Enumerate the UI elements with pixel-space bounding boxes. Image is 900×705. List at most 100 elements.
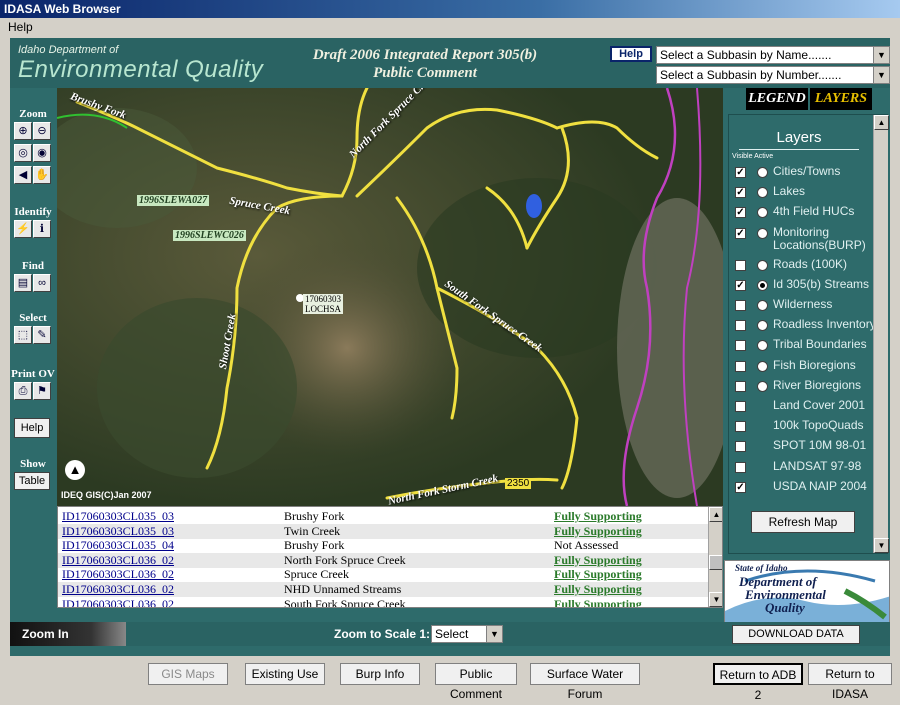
scale-number: 2350 <box>505 478 532 489</box>
assessment-unit-link[interactable]: ID17060303CL035_03 <box>62 524 174 539</box>
layer-active-radio[interactable] <box>757 207 768 219</box>
layer-active-radio[interactable] <box>757 279 768 291</box>
assessment-unit-link[interactable]: ID17060303CL036_02 <box>62 553 174 568</box>
header-help-button[interactable]: Help <box>610 46 652 62</box>
toolbar-help-button[interactable]: Help <box>14 418 50 438</box>
gis-maps-button[interactable]: GIS Maps <box>148 663 228 685</box>
download-data-button[interactable]: DOWNLOAD DATA <box>732 625 860 644</box>
binoculars-icon[interactable]: ∞ <box>33 274 51 292</box>
support-status[interactable]: Fully Supporting <box>554 509 642 524</box>
scroll-up-icon[interactable]: ▲ <box>709 507 722 522</box>
layer-visible-checkbox[interactable] <box>735 461 746 473</box>
table-row[interactable]: ID17060303CL035_04 Brushy Fork Not Assesse… <box>58 538 708 553</box>
header: Idaho Department of Environmental Qualit… <box>10 38 890 88</box>
table-row[interactable]: ID17060303CL035_03 Brushy Fork Fully Suppo… <box>58 509 708 524</box>
logo-line-4: Quality <box>765 600 805 615</box>
info-icon[interactable]: ℹ <box>33 220 51 238</box>
table-row[interactable]: ID17060303CL036_02 North Fork Spruce Cree… <box>58 552 708 568</box>
layer-active-radio[interactable] <box>757 380 768 392</box>
map-label-site-a027: 1996SLEWA027 <box>137 195 210 206</box>
layer-visible-checkbox[interactable]: ✓ <box>735 167 746 178</box>
table-row[interactable]: ID17060303CL036_02 South Fork Spruce Cree… <box>58 597 708 607</box>
lake <box>526 194 542 218</box>
tab-layers[interactable]: LAYERS <box>810 88 872 110</box>
layer-active-radio[interactable] <box>757 167 768 178</box>
layer-visible-checkbox[interactable]: ✓ <box>735 279 746 291</box>
return-adb-button[interactable]: Return to ADB 2 <box>713 663 803 702</box>
layer-active-radio[interactable] <box>757 259 768 271</box>
support-status[interactable]: Fully Supporting <box>554 524 642 539</box>
layer-active-radio[interactable] <box>757 340 768 352</box>
zoom-layer-icon[interactable]: ◉ <box>33 144 51 162</box>
pan-hand-icon[interactable]: ✋ <box>33 166 51 184</box>
eraser-icon[interactable]: ✎ <box>33 326 51 344</box>
existing-use-button[interactable]: Existing Use <box>245 663 325 685</box>
layer-visible-checkbox[interactable] <box>735 441 746 453</box>
assessment-unit-link[interactable]: ID17060303CL036_02 <box>62 597 174 607</box>
support-status[interactable]: Fully Supporting <box>554 553 642 568</box>
chevron-down-icon[interactable]: ▼ <box>873 67 889 83</box>
zoom-full-icon[interactable]: ◎ <box>14 144 32 162</box>
chevron-down-icon[interactable]: ▼ <box>486 626 502 642</box>
layer-visible-checkbox[interactable] <box>735 401 746 412</box>
assessment-unit-link[interactable]: ID17060303CL036_02 <box>62 567 174 582</box>
table-row[interactable]: ID17060303CL036_02 Spruce Creek Fully Supp… <box>58 567 708 582</box>
select-box-icon[interactable]: ⬚ <box>14 326 32 344</box>
table-row[interactable]: ID17060303CL036_02 NHD Unnamed Streams Ful… <box>58 582 708 597</box>
refresh-map-button[interactable]: Refresh Map <box>751 511 855 533</box>
layer-active-radio[interactable] <box>757 320 768 332</box>
support-status[interactable]: Fully Supporting <box>554 582 642 597</box>
scroll-up-icon[interactable]: ▲ <box>874 115 889 130</box>
back-arrow-icon[interactable]: ◀ <box>14 166 32 184</box>
burp-info-button[interactable]: Burp Info <box>340 663 420 685</box>
scroll-down-icon[interactable]: ▼ <box>874 538 889 553</box>
chevron-down-icon[interactable]: ▼ <box>873 47 889 63</box>
print-icon[interactable]: ⎙ <box>14 382 32 400</box>
layer-visible-checkbox[interactable] <box>735 300 746 311</box>
zoom-out-icon[interactable]: ⊖ <box>33 122 51 140</box>
layer-visible-checkbox[interactable] <box>735 340 746 352</box>
subbasin-name-select[interactable]: Select a Subbasin by Name....... ▼ <box>656 46 890 64</box>
assessment-unit-link[interactable]: ID17060303CL035_03 <box>62 509 174 524</box>
return-idasa-button[interactable]: Return to IDASA <box>808 663 892 701</box>
layer-visible-checkbox[interactable] <box>735 421 746 433</box>
scroll-thumb[interactable] <box>709 555 722 570</box>
table-row[interactable]: ID17060303CL035_03 Twin Creek Fully Suppor… <box>58 523 708 539</box>
show-table-button[interactable]: Table <box>14 472 50 490</box>
layer-active-radio[interactable] <box>757 360 768 372</box>
layer-visible-checkbox[interactable] <box>735 320 746 332</box>
layer-active-radio[interactable] <box>757 300 768 311</box>
public-comment-button[interactable]: Public Comment <box>435 663 517 701</box>
layer-visible-checkbox[interactable] <box>735 380 746 392</box>
scroll-down-icon[interactable]: ▼ <box>709 592 722 607</box>
layer-visible-checkbox[interactable] <box>735 259 746 271</box>
layer-visible-checkbox[interactable]: ✓ <box>735 207 746 219</box>
assessment-unit-link[interactable]: ID17060303CL035_04 <box>62 538 174 553</box>
assessment-unit-link[interactable]: ID17060303CL036_02 <box>62 582 174 597</box>
layer-visible-checkbox[interactable]: ✓ <box>735 481 746 493</box>
scale-select[interactable]: Select ▼ <box>431 625 503 643</box>
layer-visible-checkbox[interactable]: ✓ <box>735 187 746 199</box>
zoom-in-icon[interactable]: ⊕ <box>14 122 32 140</box>
tab-legend[interactable]: LEGEND <box>746 88 808 110</box>
layer-visible-checkbox[interactable] <box>735 360 746 372</box>
flag-icon[interactable]: ⚑ <box>33 382 51 400</box>
layer-row: LANDSAT 97-98 <box>731 459 871 480</box>
layer-active-radio[interactable] <box>757 227 768 239</box>
menu-help[interactable]: Help <box>8 20 33 34</box>
layers-scrollbar[interactable]: ▲ ▼ <box>873 115 889 553</box>
table-scrollbar[interactable]: ▲ ▼ <box>708 507 722 607</box>
layer-row: Roads (100K) <box>731 257 871 278</box>
hyperlink-icon[interactable]: ⚡ <box>14 220 32 238</box>
layer-label: SPOT 10M 98-01 <box>773 438 867 453</box>
subbasin-number-select[interactable]: Select a Subbasin by Number....... ▼ <box>656 66 890 84</box>
map-view[interactable]: Brushy Fork 1996SLEWA027 Spruce Creek No… <box>57 88 723 506</box>
surface-water-forum-button[interactable]: Surface Water Forum <box>530 663 640 701</box>
map-canvas[interactable] <box>57 88 723 506</box>
layer-visible-checkbox[interactable]: ✓ <box>735 227 746 239</box>
layer-active-radio[interactable] <box>757 187 768 199</box>
support-status[interactable]: Fully Supporting <box>554 597 642 607</box>
stream-name: North Fork Spruce Creek <box>284 552 406 567</box>
support-status[interactable]: Fully Supporting <box>554 567 642 582</box>
find-form-icon[interactable]: ▤ <box>14 274 32 292</box>
